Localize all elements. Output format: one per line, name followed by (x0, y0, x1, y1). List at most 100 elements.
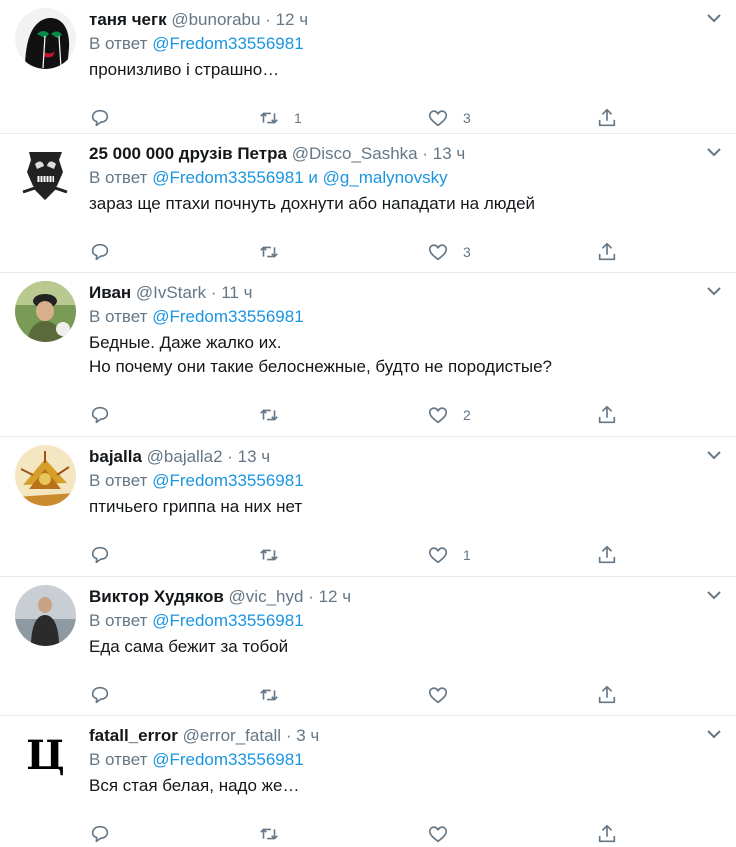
tweet-text-line: Вся стая белая, надо же… (89, 776, 300, 795)
avatar[interactable]: Ц (15, 724, 76, 785)
timestamp[interactable]: 12 ч (276, 10, 309, 29)
share-button[interactable] (596, 241, 636, 263)
retweet-icon (260, 246, 278, 258)
reply-context: В ответ @Fredom33556981 (89, 306, 706, 328)
like-button[interactable]: 3 (427, 241, 596, 263)
display-name[interactable]: таня чегк (89, 10, 167, 29)
display-name[interactable]: Виктор Худяков (89, 587, 224, 606)
tweet[interactable]: таня чегк @bunorabu · 12 ч В ответ @Fred… (0, 0, 736, 134)
mention-link[interactable]: @Fredom33556981 (152, 471, 303, 490)
retweet-button[interactable] (258, 544, 427, 566)
reply-prefix: В ответ (89, 750, 148, 769)
user-handle[interactable]: @vic_hyd (229, 587, 304, 606)
mention-link[interactable]: @Fredom33556981 (152, 307, 303, 326)
tweet-text: Бедные. Даже жалко их. Но почему они так… (89, 331, 706, 379)
user-handle[interactable]: @IvStark (136, 283, 206, 302)
like-icon (428, 687, 448, 704)
like-count: 3 (463, 244, 471, 260)
tweet[interactable]: bajalla @bajalla2 · 13 ч В ответ @Fredom… (0, 437, 736, 577)
avatar[interactable] (15, 142, 76, 203)
mention-link[interactable]: @Fredom33556981 (152, 611, 303, 630)
share-icon (598, 405, 616, 424)
mention-link[interactable]: @Fredom33556981 и @g_malynovsky (152, 168, 447, 187)
tweet-header: 25 000 000 друзів Петра @Disco_Sashka · … (89, 144, 706, 164)
user-handle[interactable]: @bunorabu (171, 10, 260, 29)
avatar[interactable] (15, 281, 76, 342)
timestamp[interactable]: 12 ч (319, 587, 352, 606)
tweet-text-line: Но почему они такие белоснежные, будто н… (89, 357, 552, 376)
reply-context: В ответ @Fredom33556981 и @g_malynovsky (89, 167, 706, 189)
like-icon (428, 110, 448, 127)
share-icon (598, 108, 616, 127)
avatar[interactable] (15, 8, 76, 69)
timestamp[interactable]: 11 ч (221, 283, 252, 302)
avatar[interactable] (15, 445, 76, 506)
reply-prefix: В ответ (89, 34, 148, 53)
user-handle[interactable]: @error_fatall (183, 726, 282, 745)
tweet[interactable]: 25 000 000 друзів Петра @Disco_Sashka · … (0, 134, 736, 273)
retweet-button[interactable] (258, 404, 427, 426)
reply-button[interactable] (89, 404, 258, 426)
reply-button[interactable] (89, 544, 258, 566)
user-handle[interactable]: @Disco_Sashka (292, 144, 418, 163)
chevron-down-icon[interactable] (704, 281, 724, 301)
like-button[interactable] (427, 684, 596, 706)
tweet-text-line: птичьего гриппа на них нет (89, 497, 303, 516)
like-button[interactable]: 1 (427, 544, 596, 566)
chevron-down-icon[interactable] (704, 724, 724, 744)
retweet-icon (260, 828, 278, 840)
reply-button[interactable] (89, 241, 258, 263)
like-icon (428, 244, 448, 261)
like-button[interactable]: 3 (427, 107, 596, 129)
tweet-text: пронизливо і страшно… (89, 58, 706, 82)
like-button[interactable]: 2 (427, 404, 596, 426)
retweet-button[interactable] (258, 241, 427, 263)
reply-context: В ответ @Fredom33556981 (89, 33, 706, 55)
reply-thread: таня чегк @bunorabu · 12 ч В ответ @Fred… (0, 0, 736, 847)
timestamp[interactable]: 3 ч (296, 726, 319, 745)
share-icon (598, 242, 616, 261)
tweet-content: таня чегк @bunorabu · 12 ч В ответ @Fred… (89, 10, 706, 142)
chevron-down-icon[interactable] (704, 445, 724, 465)
reply-prefix: В ответ (89, 471, 148, 490)
reply-button[interactable] (89, 684, 258, 706)
share-button[interactable] (596, 823, 636, 845)
reply-context: В ответ @Fredom33556981 (89, 749, 706, 771)
retweet-button[interactable] (258, 684, 427, 706)
display-name[interactable]: 25 000 000 друзів Петра (89, 144, 287, 163)
like-button[interactable] (427, 823, 596, 845)
reply-button[interactable] (89, 107, 258, 129)
retweet-button[interactable] (258, 823, 427, 845)
display-name[interactable]: fatall_error (89, 726, 178, 745)
timestamp[interactable]: 13 ч (238, 447, 271, 466)
mention-link[interactable]: @Fredom33556981 (152, 34, 303, 53)
display-name[interactable]: bajalla (89, 447, 142, 466)
mention-link[interactable]: @Fredom33556981 (152, 750, 303, 769)
chevron-down-icon[interactable] (704, 585, 724, 605)
timestamp[interactable]: 13 ч (433, 144, 466, 163)
tweet-header: fatall_error @error_fatall · 3 ч (89, 726, 706, 746)
chevron-down-icon[interactable] (704, 8, 724, 28)
avatar[interactable] (15, 585, 76, 646)
display-name[interactable]: Иван (89, 283, 131, 302)
reply-icon (91, 825, 109, 843)
share-button[interactable] (596, 684, 636, 706)
reply-icon (91, 546, 109, 564)
like-icon (428, 407, 448, 424)
chevron-down-icon[interactable] (704, 142, 724, 162)
share-button[interactable] (596, 404, 636, 426)
share-button[interactable] (596, 544, 636, 566)
reply-button[interactable] (89, 823, 258, 845)
tweet[interactable]: Ц fatall_error @error_fatall · 3 ч В отв… (0, 716, 736, 847)
retweet-button[interactable]: 1 (258, 107, 427, 129)
reply-prefix: В ответ (89, 611, 148, 630)
user-handle[interactable]: @bajalla2 (147, 447, 223, 466)
tweet[interactable]: Иван @IvStark · 11 ч В ответ @Fredom3355… (0, 273, 736, 437)
tweet-content: 25 000 000 друзів Петра @Disco_Sashka · … (89, 144, 706, 276)
tweet-content: fatall_error @error_fatall · 3 ч В ответ… (89, 726, 706, 847)
tweet-text-line: Бедные. Даже жалко их. (89, 333, 282, 352)
share-button[interactable] (596, 107, 636, 129)
retweet-icon (260, 549, 278, 561)
reply-context: В ответ @Fredom33556981 (89, 610, 706, 632)
tweet[interactable]: Виктор Худяков @vic_hyd · 12 ч В ответ @… (0, 577, 736, 716)
